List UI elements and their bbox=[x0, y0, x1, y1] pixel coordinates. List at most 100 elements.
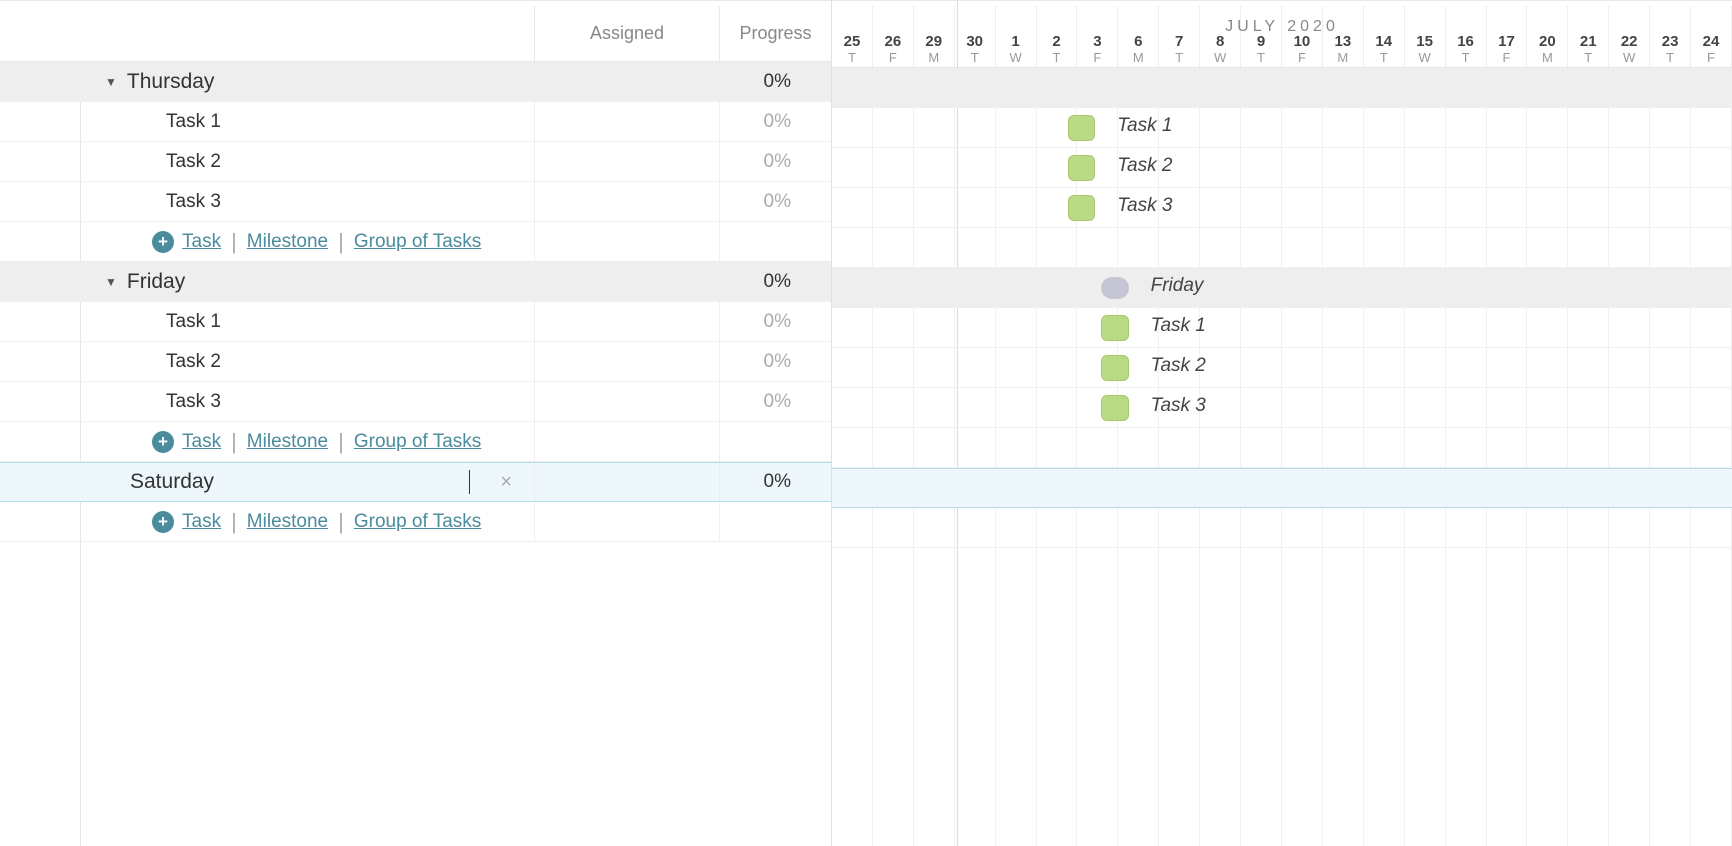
timeline-day-of-week: T bbox=[1175, 50, 1183, 65]
add-milestone-link[interactable]: Milestone bbox=[247, 431, 328, 453]
plus-icon[interactable]: + bbox=[152, 511, 174, 533]
close-icon[interactable]: × bbox=[500, 471, 512, 494]
gantt-task-bar[interactable] bbox=[1068, 115, 1095, 141]
timeline-day-of-week: F bbox=[1707, 50, 1715, 65]
timeline-row[interactable]: Friday bbox=[832, 268, 1732, 308]
chevron-down-icon[interactable]: ▼ bbox=[105, 275, 117, 289]
add-task-link[interactable]: Task bbox=[182, 511, 221, 533]
column-header-assigned[interactable]: Assigned bbox=[535, 6, 720, 61]
add-milestone-link[interactable]: Milestone bbox=[247, 511, 328, 533]
timeline-day-of-week: T bbox=[848, 50, 856, 65]
group-progress: 0% bbox=[720, 463, 831, 501]
task-row[interactable]: Task 30% bbox=[0, 182, 831, 222]
timeline-day-of-week: F bbox=[889, 50, 897, 65]
gantt-task-bar[interactable] bbox=[1068, 155, 1095, 181]
timeline-day-header[interactable]: 25T bbox=[832, 6, 873, 67]
task-progress: 0% bbox=[720, 382, 831, 421]
add-group-link[interactable]: Group of Tasks bbox=[354, 431, 481, 453]
gantt-bar-label: Task 1 bbox=[1117, 115, 1172, 137]
timeline-row[interactable]: Task 3 bbox=[832, 188, 1732, 228]
group-header-row[interactable]: ▼ Thursday 0% bbox=[0, 62, 831, 102]
timeline-row[interactable] bbox=[832, 508, 1732, 548]
timeline-row[interactable]: Task 2 bbox=[832, 348, 1732, 388]
timeline-day-header[interactable]: 17F bbox=[1487, 6, 1528, 67]
gantt-task-bar[interactable] bbox=[1101, 395, 1128, 421]
task-row[interactable]: Task 10% bbox=[0, 302, 831, 342]
task-progress: 0% bbox=[720, 142, 831, 181]
group-name-input[interactable] bbox=[130, 470, 470, 494]
timeline-row[interactable]: Task 1 bbox=[832, 308, 1732, 348]
add-row: +Task|Milestone|Group of Tasks bbox=[0, 222, 831, 262]
add-group-link[interactable]: Group of Tasks bbox=[354, 231, 481, 253]
timeline-day-header[interactable]: 10F bbox=[1282, 6, 1323, 67]
timeline-day-header[interactable]: 6M bbox=[1118, 6, 1159, 67]
timeline-day-header[interactable]: 24F bbox=[1691, 6, 1732, 67]
timeline-day-header[interactable]: 29M bbox=[914, 6, 955, 67]
column-header-progress[interactable]: Progress bbox=[720, 6, 831, 61]
task-row[interactable]: Task 20% bbox=[0, 342, 831, 382]
timeline-day-header[interactable]: 26F bbox=[873, 6, 914, 67]
add-task-link[interactable]: Task bbox=[182, 231, 221, 253]
timeline-day-of-week: M bbox=[1133, 50, 1144, 65]
plus-icon[interactable]: + bbox=[152, 431, 174, 453]
timeline-day-of-week: M bbox=[1542, 50, 1553, 65]
timeline-day-of-week: T bbox=[971, 50, 979, 65]
gantt-task-bar[interactable] bbox=[1101, 315, 1128, 341]
timeline-day-of-week: T bbox=[1666, 50, 1674, 65]
task-label[interactable]: Task 3 bbox=[166, 191, 221, 213]
timeline-day-header[interactable]: 22W bbox=[1609, 6, 1650, 67]
task-label[interactable]: Task 3 bbox=[166, 391, 221, 413]
gantt-bar-label: Task 1 bbox=[1151, 315, 1206, 337]
plus-icon[interactable]: + bbox=[152, 231, 174, 253]
timeline-day-header[interactable]: 15W bbox=[1405, 6, 1446, 67]
timeline-day-header[interactable]: 20M bbox=[1527, 6, 1568, 67]
timeline-day-header[interactable]: 2T bbox=[1037, 6, 1078, 67]
gantt-bar-label: Task 2 bbox=[1151, 355, 1206, 377]
chevron-down-icon[interactable]: ▼ bbox=[105, 75, 117, 89]
task-label[interactable]: Task 2 bbox=[166, 151, 221, 173]
task-label[interactable]: Task 1 bbox=[166, 311, 221, 333]
timeline-row[interactable]: Task 2 bbox=[832, 148, 1732, 188]
gantt-task-bar[interactable] bbox=[1101, 355, 1128, 381]
timeline-day-header[interactable]: 21T bbox=[1568, 6, 1609, 67]
timeline-day-header[interactable]: 9T bbox=[1241, 6, 1282, 67]
timeline-day-header[interactable]: 30T bbox=[955, 6, 996, 67]
timeline-row[interactable] bbox=[832, 68, 1732, 108]
task-label[interactable]: Task 1 bbox=[166, 111, 221, 133]
group-progress: 0% bbox=[720, 62, 831, 101]
add-task-link[interactable]: Task bbox=[182, 431, 221, 453]
timeline-day-header[interactable]: 3F bbox=[1077, 6, 1118, 67]
timeline-row[interactable]: Task 3 bbox=[832, 388, 1732, 428]
timeline-day-header[interactable]: 14T bbox=[1364, 6, 1405, 67]
timeline-row[interactable] bbox=[832, 468, 1732, 508]
timeline-day-header[interactable]: 1W bbox=[996, 6, 1037, 67]
add-row: +Task|Milestone|Group of Tasks bbox=[0, 422, 831, 462]
editing-group-row[interactable]: × 0% bbox=[0, 462, 831, 502]
gantt-bar-label: Task 3 bbox=[1151, 395, 1206, 417]
task-row[interactable]: Task 2 0% bbox=[0, 142, 831, 182]
timeline-day-of-week: W bbox=[1623, 50, 1635, 65]
timeline-day-header[interactable]: 8W bbox=[1200, 6, 1241, 67]
task-row[interactable]: Task 1 0% bbox=[0, 102, 831, 142]
timeline-day-header[interactable]: 13M bbox=[1323, 6, 1364, 67]
timeline-row[interactable]: Task 1 bbox=[832, 108, 1732, 148]
gantt-milestone-bar[interactable] bbox=[1101, 277, 1128, 299]
task-progress: 0% bbox=[720, 102, 831, 141]
timeline-row[interactable] bbox=[832, 428, 1732, 468]
add-group-link[interactable]: Group of Tasks bbox=[354, 511, 481, 533]
timeline-day-header[interactable]: 23T bbox=[1650, 6, 1691, 67]
task-label[interactable]: Task 2 bbox=[166, 351, 221, 373]
timeline-month-label: JULY 2020 bbox=[832, 18, 1732, 36]
timeline-day-header[interactable]: 16T bbox=[1446, 6, 1487, 67]
add-milestone-link[interactable]: Milestone bbox=[247, 231, 328, 253]
group-label[interactable]: Friday bbox=[127, 270, 185, 294]
timeline-day-header[interactable]: 7T bbox=[1159, 6, 1200, 67]
group-label[interactable]: Thursday bbox=[127, 70, 215, 94]
task-row[interactable]: Task 3 0% bbox=[0, 382, 831, 422]
timeline-row[interactable] bbox=[832, 228, 1732, 268]
gantt-bar-label: Task 2 bbox=[1117, 155, 1172, 177]
gantt-task-bar[interactable] bbox=[1068, 195, 1095, 221]
timeline-day-of-week: T bbox=[1257, 50, 1265, 65]
group-header-row[interactable]: ▼Friday0% bbox=[0, 262, 831, 302]
add-row: +Task|Milestone|Group of Tasks bbox=[0, 502, 831, 542]
